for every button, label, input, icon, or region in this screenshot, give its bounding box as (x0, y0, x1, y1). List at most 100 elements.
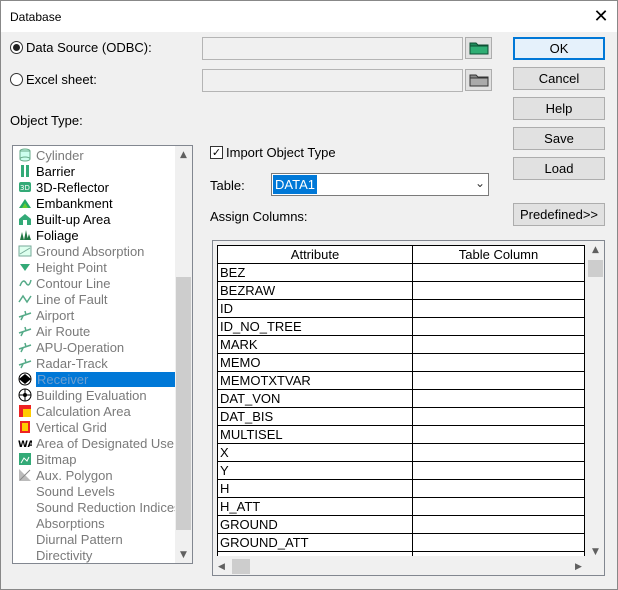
object-type-item[interactable]: WA Area of Designated Use (17, 435, 177, 451)
browse-data-source-button[interactable] (465, 37, 492, 59)
object-type-item[interactable]: Foliage (17, 227, 177, 243)
table-column-cell[interactable] (412, 281, 585, 300)
table-row[interactable]: BEZ (217, 263, 585, 282)
object-type-item[interactable]: APU-Operation (17, 339, 177, 355)
object-type-item[interactable]: Receiver (17, 371, 177, 387)
table-column-cell[interactable] (412, 335, 585, 354)
object-type-item[interactable]: Bitmap (17, 451, 177, 467)
table-column-cell[interactable] (412, 443, 585, 462)
object-type-item-label: APU-Operation (36, 339, 125, 355)
table-row[interactable]: X (217, 443, 585, 462)
table-row[interactable]: MARK (217, 335, 585, 354)
scroll-down-icon[interactable]: ▼ (587, 543, 604, 560)
table-column-cell[interactable] (412, 551, 585, 556)
object-type-item[interactable]: Height Point (17, 259, 177, 275)
scroll-thumb[interactable] (176, 277, 191, 530)
load-button[interactable]: Load (513, 157, 605, 180)
scroll-thumb[interactable] (232, 559, 250, 574)
table-row[interactable]: GROUND_ATT (217, 533, 585, 552)
data-source-odbc-radio[interactable]: Data Source (ODBC): (10, 40, 152, 55)
object-type-item[interactable]: Ground Absorption (17, 243, 177, 259)
data-source-field[interactable] (202, 37, 463, 60)
object-type-item[interactable]: Contour Line (17, 275, 177, 291)
grid-header-row: Attribute Table Column (217, 245, 585, 264)
scroll-thumb[interactable] (588, 260, 603, 277)
table-select-value: DATA1 (273, 175, 317, 194)
object-type-list[interactable]: Directivity Diurnal Pattern Absorptions Sou… (12, 145, 193, 564)
table-row[interactable]: MULTISEL (217, 425, 585, 444)
import-object-type-checkbox[interactable]: ✓ Import Object Type (210, 145, 336, 160)
object-type-item[interactable]: Vertical Grid (17, 419, 177, 435)
table-row[interactable]: DAT_BIS (217, 407, 585, 426)
table-row[interactable]: ID_NO_TREE (217, 317, 585, 336)
browse-excel-button[interactable] (465, 69, 492, 91)
scroll-right-icon[interactable]: ▶ (570, 558, 587, 575)
calculation-area-icon (17, 403, 33, 419)
scroll-down-icon[interactable]: ▼ (175, 546, 192, 563)
object-type-item[interactable]: 3D 3D-Reflector (17, 179, 177, 195)
save-button[interactable]: Save (513, 127, 605, 150)
table-column-cell[interactable] (412, 353, 585, 372)
table-row[interactable]: MEMO (217, 353, 585, 372)
object-type-item[interactable]: Cylinder (17, 147, 177, 163)
table-row[interactable]: Y (217, 461, 585, 480)
object-type-item-label: Line of Fault (36, 291, 108, 307)
object-type-item[interactable]: Absorptions (17, 515, 177, 531)
object-type-item[interactable]: Sound Reduction Indices (17, 499, 181, 515)
object-type-item[interactable]: Built-up Area (17, 211, 177, 227)
assign-columns-grid[interactable]: Attribute Table Column BEZ BEZRAW ID ID_NO_… (212, 240, 605, 576)
object-type-item[interactable]: Sound Levels (17, 483, 177, 499)
object-type-item-label: Vertical Grid (36, 419, 107, 435)
height-point-icon (17, 259, 33, 275)
object-type-item[interactable]: Calculation Area (17, 403, 177, 419)
table-column-cell[interactable] (412, 407, 585, 426)
object-type-item[interactable]: Diurnal Pattern (17, 531, 177, 547)
help-button[interactable]: Help (513, 97, 605, 120)
object-type-item[interactable]: Radar-Track (17, 355, 177, 371)
scroll-up-icon[interactable]: ▲ (587, 241, 604, 258)
grid-horizontal-scrollbar[interactable]: ◀ ▶ (213, 558, 587, 575)
attribute-cell: BEZ (217, 263, 413, 282)
table-column-cell[interactable] (412, 479, 585, 498)
ok-button[interactable]: OK (513, 37, 605, 60)
table-column-cell[interactable] (412, 299, 585, 318)
table-row[interactable]: MEMOTXTVAR (217, 371, 585, 390)
object-type-item[interactable]: Line of Fault (17, 291, 177, 307)
table-row[interactable]: H_ATT (217, 497, 585, 516)
scroll-up-icon[interactable]: ▲ (175, 146, 192, 163)
table-column-cell[interactable] (412, 425, 585, 444)
table-row[interactable]: DAT_VON (217, 389, 585, 408)
table-column-cell[interactable] (412, 389, 585, 408)
object-type-item[interactable]: Air Route (17, 323, 177, 339)
object-type-item[interactable]: Airport (17, 307, 177, 323)
object-type-item[interactable]: Directivity (17, 547, 177, 563)
grid-viewport: Attribute Table Column BEZ BEZRAW ID ID_NO_… (213, 241, 585, 556)
table-row[interactable]: BEZRAW (217, 281, 585, 300)
table-column-cell[interactable] (412, 317, 585, 336)
table-select[interactable]: DATA1 ⌄ (271, 173, 489, 196)
object-type-item-label: Calculation Area (36, 403, 131, 419)
excel-sheet-radio[interactable]: Excel sheet: (10, 72, 97, 87)
table-column-cell[interactable] (412, 497, 585, 516)
table-column-cell[interactable] (412, 263, 585, 282)
attribute-cell: ID_NO_TREE (217, 317, 413, 336)
object-list-scrollbar[interactable]: ▲ ▼ (175, 146, 192, 563)
table-column-cell[interactable] (412, 461, 585, 480)
object-type-item[interactable]: Barrier (17, 163, 177, 179)
grid-vertical-scrollbar[interactable]: ▲ ▼ (587, 241, 604, 560)
object-type-item[interactable]: Building Evaluation (17, 387, 177, 403)
object-type-item[interactable]: Embankment (17, 195, 177, 211)
close-button[interactable]: ✕ (585, 1, 617, 32)
scroll-left-icon[interactable]: ◀ (213, 558, 230, 575)
cancel-button[interactable]: Cancel (513, 67, 605, 90)
table-row[interactable]: GROUND (217, 515, 585, 534)
table-row[interactable]: H (217, 479, 585, 498)
table-column-cell[interactable] (412, 515, 585, 534)
table-column-cell[interactable] (412, 371, 585, 390)
object-type-item[interactable]: Aux. Polygon (17, 467, 177, 483)
table-column-cell[interactable] (412, 533, 585, 552)
table-row[interactable]: ID (217, 299, 585, 318)
predefined-button[interactable]: Predefined>> (513, 203, 605, 226)
excel-sheet-field[interactable] (202, 69, 463, 92)
table-row[interactable]: OBENZ1 (217, 551, 585, 556)
